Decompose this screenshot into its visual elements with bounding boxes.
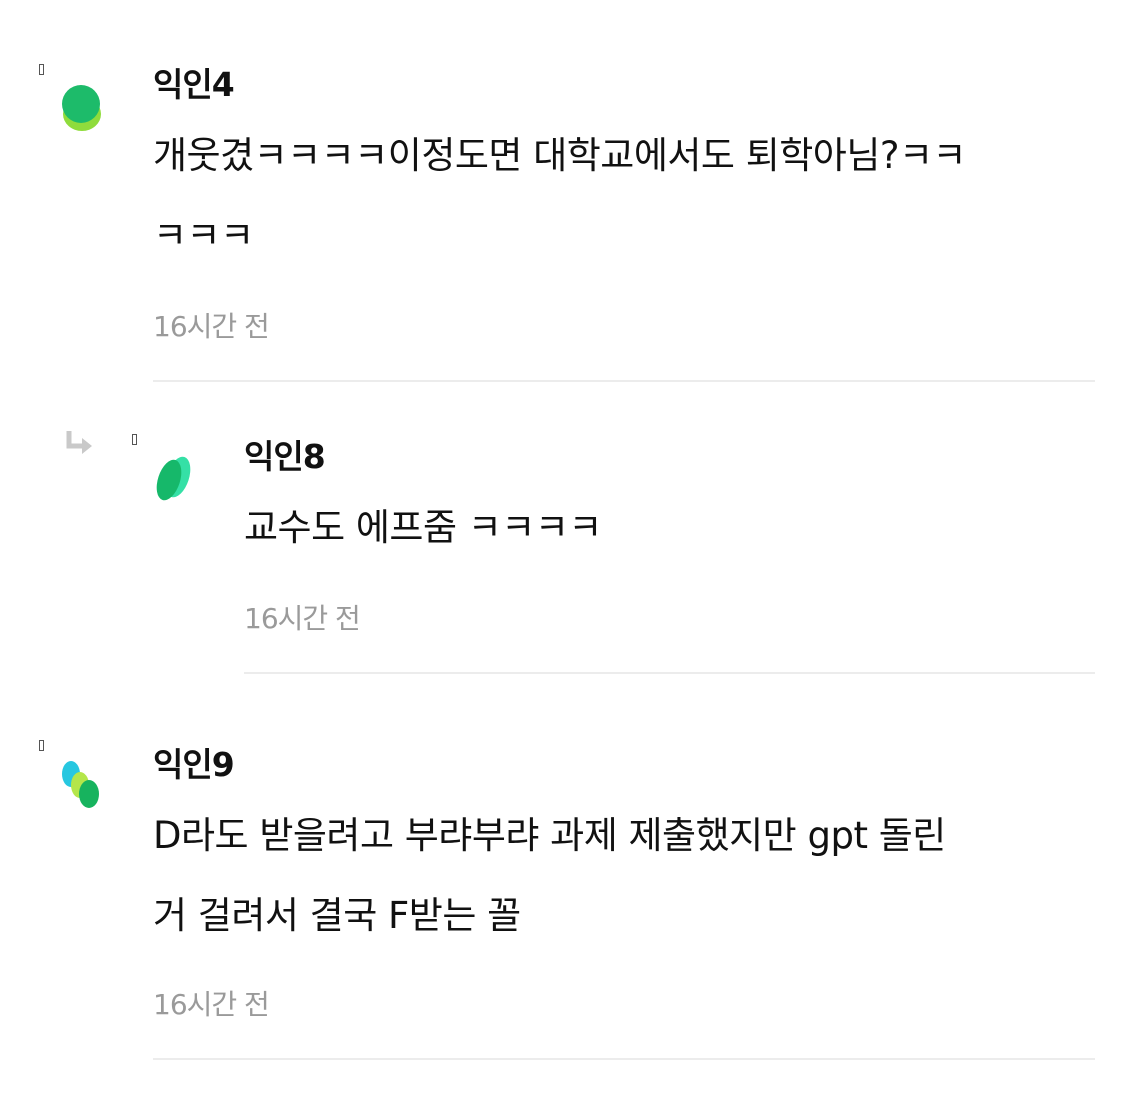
author-name[interactable]: 익인8: [244, 430, 326, 478]
comment-timestamp: 16시간 전: [153, 988, 270, 1021]
divider: [153, 1058, 1095, 1060]
comment-text: 교수도 에프줌 ㅋㅋㅋㅋ: [244, 488, 1094, 568]
comment-timestamp: 16시간 전: [244, 602, 361, 635]
comment-text-line: 교수도 에프줌 ㅋㅋㅋㅋ: [244, 506, 602, 549]
avatar[interactable]: [154, 455, 194, 505]
reply-item: 익인8 교수도 에프줌 ㅋㅋㅋㅋ 16시간 전: [0, 390, 1125, 690]
author-name[interactable]: 익인4: [153, 58, 235, 106]
divider: [153, 380, 1095, 382]
comment-marker-icon: [132, 434, 137, 445]
comment-item: 익인9 D라도 받을려고 부랴부랴 과제 제출했지만 gpt 돌린 거 걸려서 …: [0, 690, 1125, 1104]
avatar-shape-3: [79, 780, 99, 808]
comment-text-line: D라도 받을려고 부랴부랴 과제 제출했지만 gpt 돌린: [153, 814, 946, 857]
comment-text-line: 개웃겼ㅋㅋㅋㅋ이정도면 대학교에서도 퇴학아님?ㅋㅋ: [153, 134, 967, 177]
divider: [244, 672, 1095, 674]
comment-text-line: ㅋㅋㅋ: [153, 214, 254, 257]
avatar-shape-front: [62, 85, 100, 123]
avatar[interactable]: [60, 82, 104, 136]
reply-arrow-icon: [66, 431, 92, 454]
comment-timestamp: 16시간 전: [153, 310, 270, 343]
comment-text: D라도 받을려고 부랴부랴 과제 제출했지만 gpt 돌린 거 걸려서 결국 F…: [153, 796, 1103, 956]
comment-text: 개웃겼ㅋㅋㅋㅋ이정도면 대학교에서도 퇴학아님?ㅋㅋ ㅋㅋㅋ: [153, 116, 1103, 276]
comment-text-line: 거 걸려서 결국 F받는 꼴: [153, 894, 521, 937]
avatar[interactable]: [60, 760, 104, 810]
author-name[interactable]: 익인9: [153, 738, 235, 786]
comment-marker-icon: [39, 740, 44, 751]
comment-marker-icon: [39, 64, 44, 75]
comment-item: 익인4 개웃겼ㅋㅋㅋㅋ이정도면 대학교에서도 퇴학아님?ㅋㅋ ㅋㅋㅋ 16시간 …: [0, 0, 1125, 390]
